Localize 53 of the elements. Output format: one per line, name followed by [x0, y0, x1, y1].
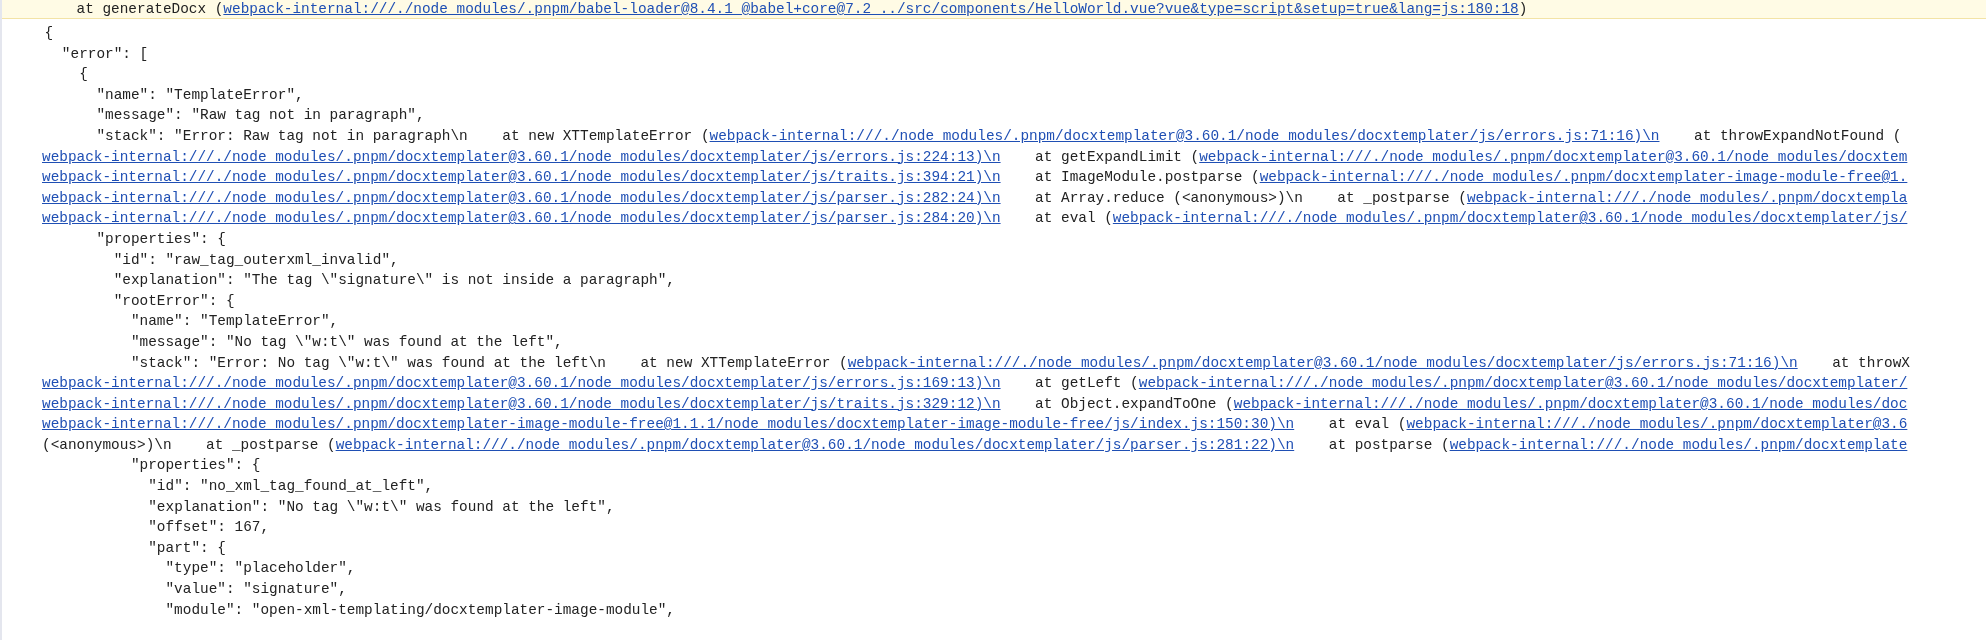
source-link[interactable]: webpack-internal:///./node_modules/.pnpm/docxtemplater@3.60.1/node_modules/docxtemplater/js/ [1112, 210, 1908, 227]
source-link[interactable]: webpack-internal:///./node_modules/.pnpm/docxtemplater@3.60.1/node_modules/docxtemplater/js/errors.js:71:16)\n [847, 354, 1798, 371]
code-text: "id": "no_xml_tag_found_at_left", [148, 478, 434, 495]
source-link[interactable]: webpack-internal:///./node_modules/.pnpm/docxtemplate [1449, 436, 1908, 453]
source-link[interactable]: webpack-internal:///./node_modules/.pnpm/docxtemplater@3.60.1/node_modules/docxtemplater/ [1138, 375, 1908, 392]
code-text: "part": { [148, 539, 226, 556]
code-text: at throwExpandNotFound ( [1693, 127, 1902, 144]
source-link[interactable]: webpack-internal:///./node_modules/.pnpm/docxtemplater@3.60.1/node_modules/docxtemplater/js/parser.js:284:20)\n [42, 210, 1001, 227]
code-text: at generateDocx ( [75, 1, 224, 17]
source-link[interactable]: webpack-internal:///./node_modules/.pnpm/docxtemplater@3.60.1/node_modules/docxtem [1199, 148, 1908, 165]
code-text: "explanation": "No tag \"w:t\" was found at the left", [148, 498, 615, 515]
code-text: "id": "raw_tag_outerxml_invalid", [113, 251, 399, 268]
code-text: at Object.expandToOne ( [1034, 395, 1234, 412]
code-text: at postparse ( [1327, 436, 1450, 453]
source-link[interactable]: webpack-internal:///./node_modules/.pnpm/docxtemplater-image-module-free@1. [1259, 169, 1908, 186]
code-text: "name": "TemplateError", [96, 86, 304, 103]
code-text: at throwX [1831, 354, 1910, 371]
code-text: "offset": 167, [148, 519, 270, 536]
code-text: "error": [ [61, 45, 149, 62]
source-link[interactable]: webpack-internal:///./node_modules/.pnpm/docxtemplater@3.60.1/node_modules/docxtemplater/js/traits.js:394:21)\n [42, 169, 1001, 186]
source-link[interactable]: webpack-internal:///./node_modules/.pnpm/docxtemplater@3.60.1/node_modules/docxtemplater/js/errors.js:71:16)\n [709, 127, 1660, 144]
code-text: at Array.reduce (<anonymous>)\n at _postparse ( [1034, 189, 1467, 206]
code-text: "message": "No tag \"w:t\" was found at the left", [130, 333, 563, 350]
code-text: { [79, 66, 88, 83]
code-text: "stack": "Error: Raw tag not in paragraph\n at new XTTemplateError ( [96, 127, 710, 144]
code-text: at getExpandLimit ( [1034, 148, 1200, 165]
source-link[interactable]: webpack-internal:///./node_modules/.pnpm/docxtemplater@3.60.1/node_modules/docxtemplater/js/traits.js:329:12)\n [42, 395, 1001, 412]
code-text: "properties": { [96, 230, 226, 247]
code-text: { [44, 25, 54, 41]
code-text: "module": "open-xml-templating/docxtemplater-image-module", [165, 601, 675, 618]
code-text: at eval ( [1327, 416, 1407, 433]
code-text: "name": "TemplateError", [130, 313, 339, 330]
source-link[interactable]: webpack-internal:///./node_modules/.pnpm/babel-loader@8.4.1_@babel+core@7.2_../src/components/HelloWorld.vue?vue&type=script&setup=true&lang=js:180:18 [223, 1, 1519, 17]
source-link[interactable]: webpack-internal:///./node_modules/.pnpm/docxtemplater-image-module-free@1.1.1/node_modules/docxtemplater-image-module-free/js/index.js:150:30)\n [42, 416, 1295, 433]
code-text: "message": "Raw tag not in paragraph", [96, 107, 425, 124]
code-text: "properties": { [130, 457, 261, 474]
source-link[interactable]: webpack-internal:///./node_modules/.pnpm/docxtemplater@3.60.1/node_modules/docxtemplater/js/errors.js:224:13)\n [42, 148, 1001, 165]
source-link[interactable]: webpack-internal:///./node_modules/.pnpm/docxtempla [1466, 189, 1908, 206]
source-link[interactable]: webpack-internal:///./node_modules/.pnpm/docxtemplater@3.6 [1406, 416, 1908, 433]
code-text: "type": "placeholder", [165, 560, 356, 577]
code-text: at ImageModule.postparse ( [1034, 169, 1260, 186]
code-text: "value": "signature", [165, 581, 347, 598]
code-text: "explanation": "The tag \"signature\" is not inside a paragraph", [113, 272, 675, 289]
code-text: at eval ( [1034, 210, 1113, 227]
code-text: "rootError": { [113, 292, 235, 309]
source-link[interactable]: webpack-internal:///./node_modules/.pnpm/docxtemplater@3.60.1/node_modules/docxtemplater/js/parser.js:282:24)\n [42, 189, 1001, 206]
code-text: ) [1518, 1, 1528, 17]
code-text: "stack": "Error: No tag \"w:t\" was found at the left\n at new XTTemplateError ( [130, 354, 848, 371]
source-link[interactable]: webpack-internal:///./node_modules/.pnpm/docxtemplater@3.60.1/node_modules/docxtemplater/js/parser.js:281:22)\n [335, 436, 1295, 453]
code-text: at getLeft ( [1034, 375, 1139, 392]
source-link[interactable]: webpack-internal:///./node_modules/.pnpm/docxtemplater@3.60.1/node_modules/doc [1233, 395, 1908, 412]
code-text: (<anonymous>)\n at _postparse ( [42, 436, 336, 453]
source-link[interactable]: webpack-internal:///./node_modules/.pnpm/docxtemplater@3.60.1/node_modules/docxtemplater/js/errors.js:169:13)\n [42, 375, 1001, 392]
